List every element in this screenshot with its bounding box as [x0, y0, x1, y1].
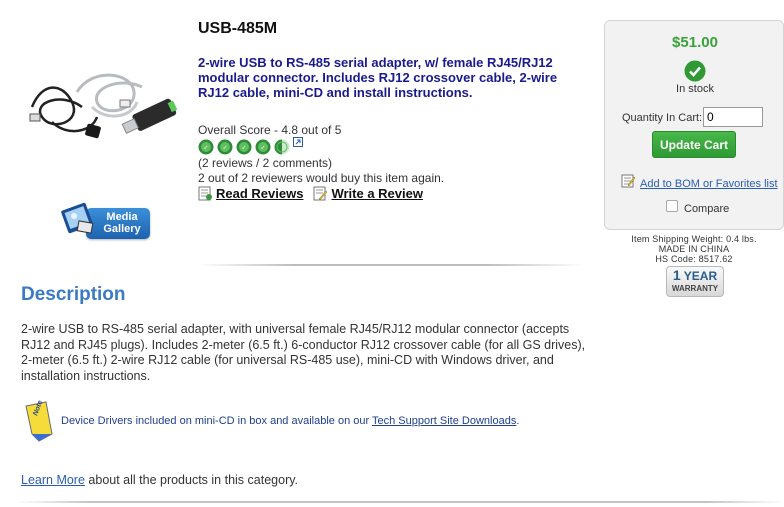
section-divider [198, 264, 584, 266]
add-to-bom-link[interactable]: Add to BOM or Favorites list [640, 178, 778, 190]
overall-score: Overall Score - 4.8 out of 5 [198, 123, 342, 137]
compare-checkbox[interactable] [666, 200, 678, 212]
warranty-year-word: YEAR [683, 269, 718, 283]
driver-note: Device Drivers included on mini-CD in bo… [61, 415, 519, 427]
write-review-label: Write a Review [331, 186, 423, 201]
learn-more-line: Learn More about all the products in thi… [21, 473, 298, 487]
driver-note-text: Device Drivers included on mini-CD in bo… [61, 415, 373, 427]
popup-info-icon[interactable] [293, 137, 303, 147]
compare-label: Compare [684, 203, 730, 215]
stock-status: In stock [676, 83, 714, 95]
warranty-badge: 1 YEAR WARRANTY [666, 266, 724, 297]
svg-text:✓: ✓ [260, 146, 265, 152]
svg-text:✓: ✓ [241, 146, 246, 152]
description-text: 2-wire USB to RS-485 serial adapter, wit… [21, 322, 586, 383]
description-heading: Description [21, 284, 126, 305]
would-buy-again: 2 out of 2 reviewers would buy this item… [198, 171, 445, 185]
star-icon: ✓ [255, 139, 271, 155]
quantity-label: Quantity In Cart: [622, 112, 703, 124]
star-icon: ✓ [198, 139, 214, 155]
reviews-count: (2 reviews / 2 comments) [198, 156, 333, 170]
note-pencil-icon: Note [25, 400, 53, 442]
learn-more-text: about all the products in this category. [84, 473, 299, 487]
media-gallery-icon [61, 202, 94, 234]
product-subtitle: 2-wire USB to RS-485 serial adapter, w/ … [198, 55, 558, 100]
tech-support-downloads-link[interactable]: Tech Support Site Downloads [372, 415, 516, 427]
driver-note-end: . [516, 415, 520, 427]
partial-star-icon [274, 139, 290, 155]
quantity-input[interactable] [703, 107, 763, 127]
cart-panel: $51.00 In stock Quantity In Cart: Update… [604, 20, 784, 230]
media-gallery-label-line1: Media [106, 211, 138, 223]
in-stock-check-icon [684, 60, 706, 82]
bom-list-icon [621, 174, 636, 188]
write-review-icon [313, 186, 328, 201]
bottom-divider [15, 501, 784, 503]
learn-more-link[interactable]: Learn More [21, 473, 85, 487]
warranty-label: WARRANTY [671, 284, 719, 293]
product-image[interactable] [22, 62, 182, 162]
write-review-link[interactable]: Write a Review [313, 186, 423, 201]
read-reviews-link[interactable]: Read Reviews [198, 186, 303, 201]
review-links: Read Reviews Write a Review [198, 186, 423, 201]
svg-text:✓: ✓ [203, 146, 208, 152]
read-reviews-icon [198, 186, 212, 201]
shipping-weight: Item Shipping Weight: 0.4 lbs. [631, 234, 757, 244]
svg-text:✓: ✓ [222, 146, 227, 152]
read-reviews-label: Read Reviews [216, 186, 304, 201]
country-of-origin: MADE IN CHINA [658, 244, 730, 254]
hs-code: HS Code: 8517.62 [655, 254, 733, 264]
price: $51.00 [672, 34, 718, 51]
product-title: USB-485M [198, 20, 278, 37]
update-cart-button[interactable]: Update Cart [652, 131, 736, 158]
warranty-years: 1 [672, 267, 681, 283]
star-icon: ✓ [236, 139, 252, 155]
media-gallery-button[interactable]: Media Gallery [58, 200, 152, 242]
media-gallery-label-line2: Gallery [103, 223, 141, 235]
star-icon: ✓ [217, 139, 233, 155]
shipping-info: Item Shipping Weight: 0.4 lbs. MADE IN C… [604, 234, 784, 264]
rating-stars: ✓ ✓ ✓ ✓ [198, 137, 303, 157]
